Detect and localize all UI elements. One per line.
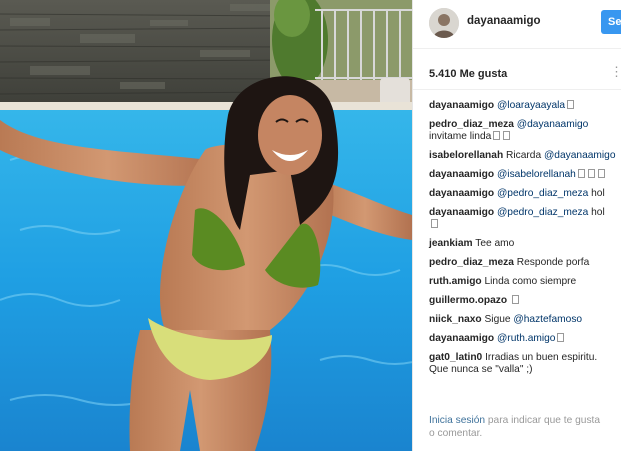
comment-item: jeankiam Tee amo bbox=[429, 238, 621, 251]
comment-mention[interactable]: @pedro_diaz_meza bbox=[497, 207, 588, 218]
comment-mention[interactable]: @loarayaayala bbox=[497, 100, 565, 111]
avatar[interactable] bbox=[429, 8, 459, 38]
comment-line: jeankiam Tee amo bbox=[429, 238, 514, 249]
comment-username[interactable]: jeankiam bbox=[429, 238, 473, 249]
comment-username[interactable]: dayanaamigo bbox=[429, 169, 494, 180]
comment-line: dayanaamigo @loarayaayala bbox=[429, 100, 575, 111]
comment-item: dayanaamigo @pedro_diaz_meza hol bbox=[429, 188, 621, 201]
likes-count[interactable]: 5.410 Me gusta bbox=[429, 68, 507, 80]
comment-username[interactable]: pedro_diaz_meza bbox=[429, 119, 514, 130]
comment-username[interactable]: dayanaamigo bbox=[429, 333, 494, 344]
comment-item: isabelorellanah Ricarda @dayanaamigo bbox=[429, 150, 621, 163]
comment-line: niick_naxo Sigue @haztefamoso bbox=[429, 314, 582, 325]
comment-line: dayanaamigo @pedro_diaz_meza hol bbox=[429, 207, 605, 218]
emoji-placeholder-icon bbox=[431, 219, 438, 229]
comment-username[interactable]: pedro_diaz_meza bbox=[429, 257, 514, 268]
login-prompt-text-line2: o comentar. bbox=[429, 428, 483, 439]
comment-item: ruth.amigo Linda como siempre bbox=[429, 276, 621, 289]
comment-text: Sigue bbox=[484, 313, 514, 325]
post-side-panel: dayanaamigo Seguir 5.410 Me gusta ⋮ daya… bbox=[412, 0, 621, 451]
comment-item: dayanaamigo @pedro_diaz_meza hol bbox=[429, 207, 621, 232]
comment-text: invitame linda bbox=[429, 131, 492, 143]
login-link[interactable]: Inicia sesión bbox=[429, 415, 485, 426]
comment-username[interactable]: dayanaamigo bbox=[429, 188, 494, 199]
comment-line: ruth.amigo Linda como siempre bbox=[429, 276, 576, 287]
emoji-placeholder-icon bbox=[597, 169, 605, 179]
comments-list: dayanaamigo @loarayaayala pedro_diaz_meza… bbox=[429, 100, 621, 383]
emoji-placeholder-icon bbox=[577, 169, 585, 179]
comment-username[interactable]: guillermo.opazo bbox=[429, 295, 507, 306]
emoji-placeholder-icon bbox=[503, 131, 511, 141]
comment-text: Tee amo bbox=[475, 238, 515, 250]
comment-item: niick_naxo Sigue @haztefamoso bbox=[429, 314, 621, 327]
login-prompt-text: para indicar que te gusta bbox=[485, 415, 601, 426]
comment-text: Ricarda bbox=[506, 150, 544, 162]
comment-mention[interactable]: @haztefamoso bbox=[513, 314, 582, 325]
emoji-placeholder-icon bbox=[493, 131, 501, 141]
comment-line: dayanaamigo @isabelorellanah bbox=[429, 169, 606, 180]
comment-mention[interactable]: @isabelorellanah bbox=[497, 169, 576, 180]
post-header: dayanaamigo Seguir bbox=[413, 0, 621, 49]
comment-text: hol bbox=[588, 188, 605, 200]
comment-item: dayanaamigo @ruth.amigo bbox=[429, 332, 621, 346]
comment-username[interactable]: isabelorellanah bbox=[429, 150, 503, 161]
comment-item: pedro_diaz_meza Responde porfa bbox=[429, 257, 621, 270]
comment-username[interactable]: niick_naxo bbox=[429, 314, 482, 325]
comment-username[interactable]: dayanaamigo bbox=[429, 100, 494, 111]
comment-line: guillermo.opazo bbox=[429, 295, 520, 306]
comment-item: guillermo.opazo bbox=[429, 295, 621, 308]
comment-username[interactable]: ruth.amigo bbox=[429, 276, 482, 287]
likes-row: 5.410 Me gusta ⋮ bbox=[413, 49, 621, 90]
comment-item: dayanaamigo @isabelorellanah bbox=[429, 169, 621, 182]
comment-line: dayanaamigo @pedro_diaz_meza hol bbox=[429, 188, 605, 199]
comment-item: gat0_latin0 Irradias un buen espiritu. Qu… bbox=[429, 352, 621, 377]
comment-item: dayanaamigo @loarayaayala bbox=[429, 100, 621, 113]
comment-mention[interactable]: @pedro_diaz_meza bbox=[497, 188, 588, 199]
emoji-placeholder-icon bbox=[557, 332, 565, 342]
emoji-placeholder-icon bbox=[511, 295, 519, 305]
emoji-placeholder-icon bbox=[587, 169, 595, 179]
comment-line: pedro_diaz_meza @dayanaamigo bbox=[429, 119, 588, 130]
ellipsis-icon[interactable]: ⋮ bbox=[610, 64, 621, 80]
header-username[interactable]: dayanaamigo bbox=[467, 15, 541, 27]
login-prompt: Inicia sesión para indicar que te gusta … bbox=[429, 414, 621, 440]
follow-button[interactable]: Seguir bbox=[601, 10, 621, 34]
comment-item: pedro_diaz_meza @dayanaamigo invitame lin… bbox=[429, 119, 621, 144]
comment-mention[interactable]: @dayanaamigo bbox=[544, 150, 616, 161]
comment-mention[interactable]: @dayanaamigo bbox=[517, 119, 589, 130]
comment-text: Linda como siempre bbox=[484, 276, 577, 288]
comment-text: hol bbox=[588, 206, 605, 218]
photo-illustration bbox=[0, 0, 412, 451]
emoji-placeholder-icon bbox=[567, 100, 575, 109]
post-photo[interactable] bbox=[0, 0, 412, 451]
comment-line: pedro_diaz_meza Responde porfa bbox=[429, 257, 589, 268]
avatar-icon bbox=[429, 8, 459, 38]
comment-line: isabelorellanah Ricarda @dayanaamigo bbox=[429, 150, 615, 161]
comment-text: Responde porfa bbox=[516, 257, 590, 269]
comment-username[interactable]: gat0_latin0 bbox=[429, 352, 482, 363]
comment-line: dayanaamigo @ruth.amigo bbox=[429, 332, 565, 344]
comment-username[interactable]: dayanaamigo bbox=[429, 207, 494, 218]
comment-line: gat0_latin0 Irradias un buen espiritu. bbox=[429, 352, 597, 363]
comment-text: Irradias un buen espiritu. bbox=[485, 351, 598, 363]
comment-mention[interactable]: @ruth.amigo bbox=[497, 333, 555, 344]
comment-text: Que nunca se "valla" ;) bbox=[429, 364, 533, 376]
